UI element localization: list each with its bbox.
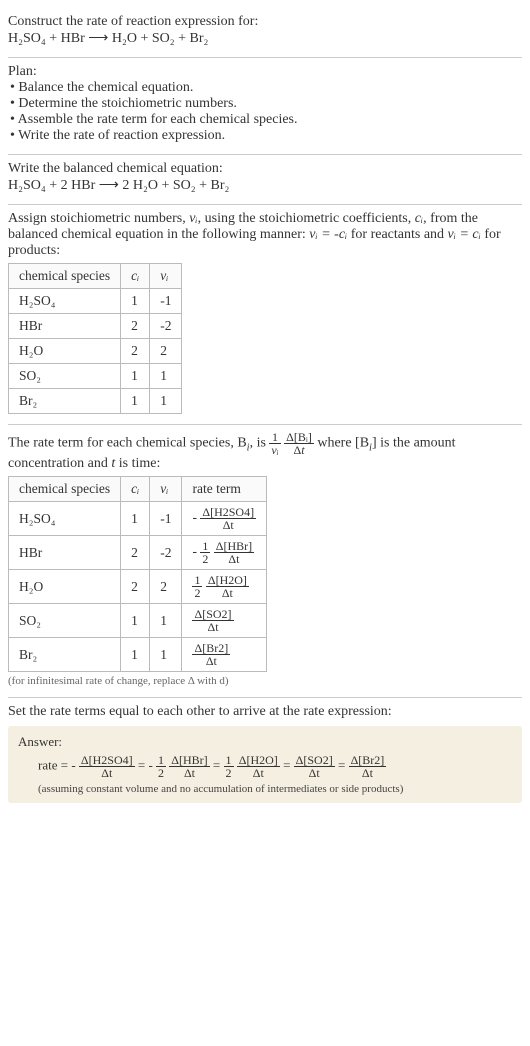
balanced-heading: Write the balanced chemical equation:: [8, 161, 522, 177]
final-heading: Set the rate terms equal to each other t…: [8, 704, 522, 720]
plan-bullet: • Write the rate of reaction expression.: [10, 128, 522, 144]
cell: 2: [121, 570, 150, 604]
rate-general-frac2: Δ[Bᵢ]Δt: [284, 431, 314, 456]
rateterm-text: , is: [250, 436, 270, 451]
cell: 2: [150, 339, 182, 364]
rateterm-text: The rate term for each chemical species,…: [8, 436, 247, 451]
rateterm-text: where [B: [317, 436, 369, 451]
plan-bullet: • Assemble the rate term for each chemic…: [10, 112, 522, 128]
col-header: cᵢ: [121, 264, 150, 289]
intro-section: Construct the rate of reaction expressio…: [8, 8, 522, 58]
intro-title: Construct the rate of reaction expressio…: [8, 14, 522, 30]
cell: Br₂: [9, 389, 121, 414]
cell: - Δ[H2SO4]Δt: [182, 502, 267, 536]
table-row: HBr2-2: [9, 314, 182, 339]
col-header: chemical species: [9, 264, 121, 289]
cell: -2: [150, 314, 182, 339]
col-header: νᵢ: [150, 477, 182, 502]
cell: SO₂: [9, 604, 121, 638]
cell: -2: [150, 536, 182, 570]
table-row: H₂O22: [9, 339, 182, 364]
cell: 1: [121, 289, 150, 314]
rateterm-table: chemical species cᵢ νᵢ rate term H₂SO₄ 1…: [8, 476, 267, 672]
intro-equation: H₂SO₄ + HBr ⟶ H₂O + SO₂ + Br₂: [8, 30, 522, 47]
stoich-table: chemical species cᵢ νᵢ H₂SO₄1-1 HBr2-2 H…: [8, 263, 182, 414]
col-header: cᵢ: [121, 477, 150, 502]
rate-general-frac1: 1νᵢ: [269, 431, 280, 456]
assign-text: for reactants and: [347, 227, 447, 242]
table-row: HBr 2 -2 - 12 Δ[HBr]Δt: [9, 536, 267, 570]
cell: 2: [121, 339, 150, 364]
rate-expression: rate = - Δ[H2SO4]Δt = - 12 Δ[HBr]Δt = 12…: [38, 754, 512, 779]
cell: HBr: [9, 314, 121, 339]
table-row: SO₂ 1 1 Δ[SO2]Δt: [9, 604, 267, 638]
cell: Br₂: [9, 638, 121, 672]
col-header: rate term: [182, 477, 267, 502]
table-header-row: chemical species cᵢ νᵢ rate term: [9, 477, 267, 502]
col-header: chemical species: [9, 477, 121, 502]
cell: 2: [150, 570, 182, 604]
cell: H₂O: [9, 339, 121, 364]
cell: 1: [150, 604, 182, 638]
table-row: SO₂11: [9, 364, 182, 389]
plan-bullet: • Determine the stoichiometric numbers.: [10, 96, 522, 112]
cell: 1: [121, 638, 150, 672]
cell: 1: [150, 389, 182, 414]
cell: 1: [150, 638, 182, 672]
assign-section: Assign stoichiometric numbers, νᵢ, using…: [8, 205, 522, 425]
cell: H₂SO₄: [9, 502, 121, 536]
delta-note: (for infinitesimal rate of change, repla…: [8, 675, 522, 687]
balanced-section: Write the balanced chemical equation: H₂…: [8, 155, 522, 205]
cell: H₂SO₄: [9, 289, 121, 314]
cell: H₂O: [9, 570, 121, 604]
table-row: Br₂ 1 1 Δ[Br2]Δt: [9, 638, 267, 672]
rateterm-text: is time:: [115, 456, 160, 471]
assign-text: , using the stoichiometric coefficients,: [198, 211, 415, 226]
nu-symbol: νᵢ: [189, 211, 197, 226]
plan-bullet: • Balance the chemical equation.: [10, 80, 522, 96]
plan-heading: Plan:: [8, 64, 522, 80]
assign-text: Assign stoichiometric numbers,: [8, 211, 189, 226]
table-header-row: chemical species cᵢ νᵢ: [9, 264, 182, 289]
cell: HBr: [9, 536, 121, 570]
cell: 12 Δ[H2O]Δt: [182, 570, 267, 604]
rule: νᵢ = -cᵢ: [309, 227, 347, 242]
cell: 2: [121, 536, 150, 570]
ci-symbol: cᵢ: [415, 211, 423, 226]
cell: 1: [121, 364, 150, 389]
cell: 1: [121, 502, 150, 536]
cell: Δ[Br2]Δt: [182, 638, 267, 672]
answer-label: Answer:: [18, 734, 512, 750]
col-header: νᵢ: [150, 264, 182, 289]
cell: 2: [121, 314, 150, 339]
cell: SO₂: [9, 364, 121, 389]
cell: 1: [150, 364, 182, 389]
cell: -1: [150, 289, 182, 314]
table-row: H₂O 2 2 12 Δ[H2O]Δt: [9, 570, 267, 604]
table-row: H₂SO₄1-1: [9, 289, 182, 314]
cell: 1: [121, 604, 150, 638]
balanced-equation: H₂SO₄ + 2 HBr ⟶ 2 H₂O + SO₂ + Br₂: [8, 177, 522, 194]
cell: 1: [121, 389, 150, 414]
table-row: H₂SO₄ 1 -1 - Δ[H2SO4]Δt: [9, 502, 267, 536]
cell: Δ[SO2]Δt: [182, 604, 267, 638]
plan-section: Plan: • Balance the chemical equation. •…: [8, 58, 522, 155]
rule: νᵢ = cᵢ: [448, 227, 481, 242]
rateterm-section: The rate term for each chemical species,…: [8, 425, 522, 698]
table-row: Br₂11: [9, 389, 182, 414]
cell: - 12 Δ[HBr]Δt: [182, 536, 267, 570]
final-section: Set the rate terms equal to each other t…: [8, 698, 522, 813]
assumption-note: (assuming constant volume and no accumul…: [38, 783, 512, 795]
answer-box: Answer: rate = - Δ[H2SO4]Δt = - 12 Δ[HBr…: [8, 726, 522, 803]
cell: -1: [150, 502, 182, 536]
